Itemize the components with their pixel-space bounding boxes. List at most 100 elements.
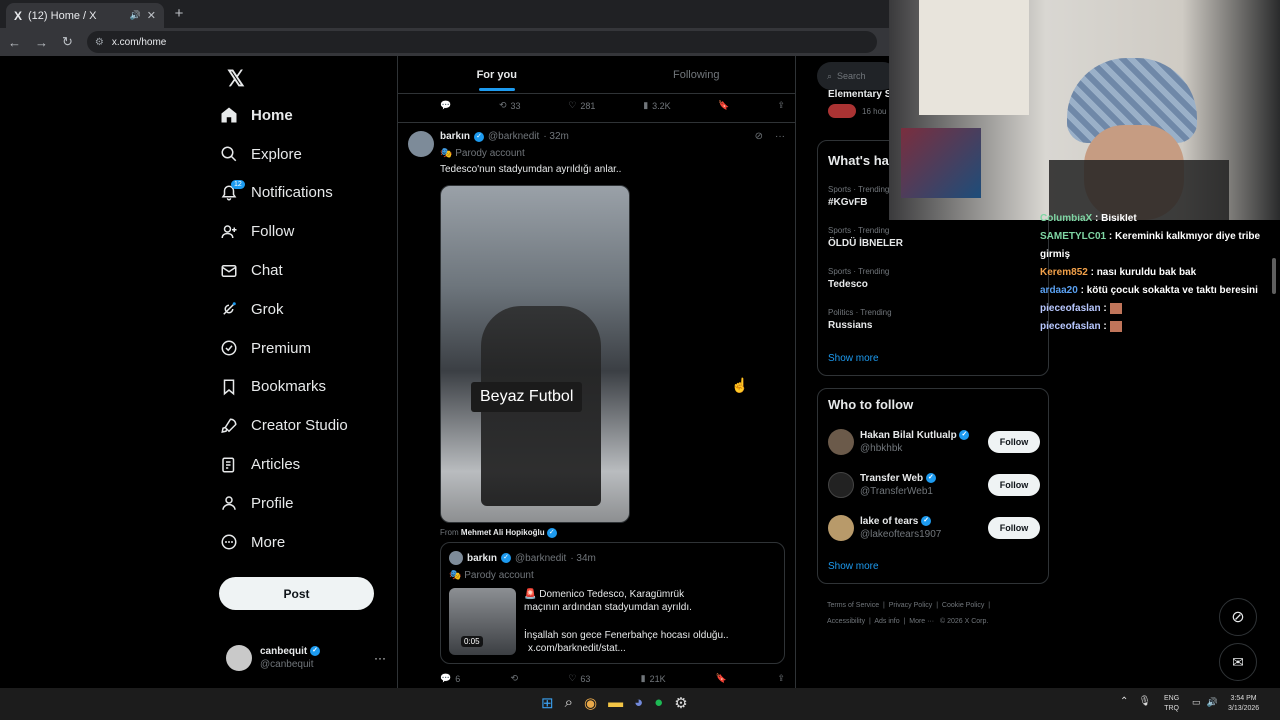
x-logo[interactable]: 𝕏 (227, 66, 245, 92)
share-icon[interactable]: ⇪ (777, 100, 785, 111)
trend-category: Sports · Trending (828, 226, 890, 235)
views-button[interactable]: ▮ 21K (641, 673, 666, 684)
sidebar-item-articles[interactable]: Articles (220, 445, 400, 484)
chat-message: pieceofaslan : (1040, 318, 1280, 336)
url-text[interactable]: x.com/home (112, 37, 166, 48)
microphone-icon[interactable]: 🎙 (1138, 696, 1151, 707)
forward-icon[interactable]: → (35, 35, 48, 50)
bookmark-icon[interactable]: 🔖 (718, 100, 729, 111)
post-button[interactable]: Post (219, 577, 374, 610)
browser-toolbar: ← → ↻ ⚙ x.com/home (0, 28, 890, 56)
system-tray-icons[interactable]: ▭ 🔊 (1192, 697, 1218, 708)
sidebar-item-follow[interactable]: Follow (220, 212, 400, 251)
top-snippet[interactable]: Elementary S (828, 89, 890, 100)
views-button[interactable]: ▮ 3.2K (643, 100, 670, 111)
follow-button[interactable]: Follow (988, 474, 1040, 496)
search-icon[interactable]: ⌕ (565, 694, 573, 712)
post-author-name[interactable]: barkın (440, 131, 470, 142)
avatar (828, 515, 854, 541)
sidebar-item-more[interactable]: More (220, 523, 400, 562)
language-indicator[interactable]: ENG TRQ (1164, 694, 1179, 714)
trend-item[interactable]: Politics · Trending Russians (828, 308, 892, 331)
settings-icon[interactable]: ⚙ (674, 694, 687, 712)
search-placeholder: Search (837, 71, 866, 81)
bookmark-icon[interactable]: 🔖 (716, 673, 727, 684)
follow-button[interactable]: Follow (988, 517, 1040, 539)
discord-icon[interactable]: ◕ (634, 694, 643, 712)
follow-button[interactable]: Follow (988, 431, 1040, 453)
footer-link[interactable]: Terms of Service (827, 602, 879, 609)
sidebar-item-profile[interactable]: Profile (220, 484, 400, 523)
windows-start-icon[interactable]: ⊞ (541, 694, 554, 712)
sidebar-item-creator-studio[interactable]: Creator Studio (220, 406, 400, 445)
messages-float-button[interactable]: ✉ (1219, 643, 1257, 681)
sidebar-item-label: Articles (251, 456, 301, 474)
trend-category: Politics · Trending (828, 308, 892, 317)
chevron-up-icon[interactable]: ⌃ (1120, 696, 1128, 707)
framed-picture (901, 128, 981, 198)
footer-link[interactable]: More ··· (909, 618, 934, 625)
grok-icon[interactable]: ⊘ (755, 131, 763, 142)
account-switcher[interactable]: canbequit ✓ @canbequit ··· (226, 643, 386, 673)
retweet-button[interactable]: ⟲ 33 (499, 100, 521, 111)
quoted-link[interactable]: x.com/barknedit/stat... (524, 642, 779, 655)
poster (919, 0, 1029, 115)
post-video[interactable]: Beyaz Futbol (440, 185, 630, 523)
chrome-icon[interactable]: ◉ (584, 694, 597, 712)
file-explorer-icon[interactable]: ▬ (608, 694, 623, 712)
sidebar-item-notifications[interactable]: 12 Notifications (220, 174, 400, 213)
sidebar-item-bookmarks[interactable]: Bookmarks (220, 368, 400, 407)
sidebar-item-premium[interactable]: Premium (220, 329, 400, 368)
chat-scrollbar[interactable] (1272, 258, 1276, 294)
post-author-avatar[interactable] (408, 131, 434, 157)
show-more-link[interactable]: Show more (828, 561, 879, 572)
spotify-icon[interactable]: ● (654, 694, 663, 712)
footer-link[interactable]: Cookie Policy (942, 602, 984, 609)
tab-for-you[interactable]: For you (397, 56, 597, 93)
clock[interactable]: 3:54 PM 3/13/2026 (1228, 694, 1259, 714)
follow-suggestion[interactable]: Hakan Bilal Kutlualp ✓ @hbkhbk Follow (828, 427, 1040, 457)
trend-item[interactable]: Sports · Trending #KGvFB (828, 185, 889, 208)
new-tab-button[interactable]: + (170, 5, 188, 23)
trend-item[interactable]: Sports · Trending Tedesco (828, 267, 889, 290)
from-attribution[interactable]: From Mehmet Ali Hopikoğlu ✓ (440, 528, 557, 538)
more-dots-icon[interactable]: ··· (374, 651, 386, 665)
sidebar-item-explore[interactable]: Explore (220, 135, 400, 174)
chat-message: Kerem852 : nası kuruldu bak bak (1040, 264, 1280, 282)
post-author-handle[interactable]: @barknedit (488, 131, 539, 142)
verified-badge-icon: ✓ (546, 528, 557, 538)
reply-button[interactable]: 💬 6 (440, 673, 460, 684)
reply-icon[interactable]: 💬 (440, 100, 451, 111)
footer-link[interactable]: Privacy Policy (889, 602, 933, 609)
footer-link[interactable]: Accessibility (827, 618, 865, 625)
sidebar-item-label: Home (251, 106, 293, 124)
share-icon[interactable]: ⇪ (777, 673, 785, 684)
browser-tab[interactable]: X (12) Home / X 🔊 ✕ (6, 3, 164, 28)
sidebar-item-grok[interactable]: Grok (220, 290, 400, 329)
trend-item[interactable]: Sports · Trending ÖLDÜ İBNELER (828, 226, 903, 249)
back-icon[interactable]: ← (8, 35, 21, 50)
sidebar-item-home[interactable]: Home (220, 96, 400, 135)
follow-suggestion[interactable]: lake of tears ✓ @lakeoftears1907 Follow (828, 513, 1040, 543)
close-tab-icon[interactable]: ✕ (147, 9, 156, 22)
emote-icon (1109, 320, 1122, 332)
speaker-icon[interactable]: 🔊 (130, 10, 141, 21)
follow-suggestion[interactable]: Transfer Web ✓ @TransferWeb1 Follow (828, 470, 1040, 500)
quoted-post[interactable]: barkın ✓ @barknedit · 34m 🎭 Parody accou… (440, 542, 785, 664)
address-bar[interactable]: ⚙ x.com/home (86, 31, 877, 53)
like-button[interactable]: ♡ 63 (568, 673, 590, 684)
more-dots-icon[interactable]: ··· (775, 131, 785, 142)
footer-link[interactable]: Ads info (874, 618, 899, 625)
sidebar-item-chat[interactable]: Chat (220, 251, 400, 290)
search-input[interactable]: ⌕ Search (817, 62, 897, 90)
quoted-video-thumbnail[interactable]: 0:05 (449, 588, 516, 655)
retweet-icon[interactable]: ⟲ (511, 673, 519, 684)
chair (1049, 160, 1229, 220)
show-more-link[interactable]: Show more (828, 353, 879, 364)
post-time[interactable]: · 32m (543, 131, 569, 142)
like-button[interactable]: ♡ 281 (568, 100, 595, 111)
tab-following[interactable]: Following (597, 56, 797, 93)
site-info-icon[interactable]: ⚙ (95, 37, 104, 48)
reload-icon[interactable]: ↻ (62, 34, 73, 50)
grok-float-button[interactable]: ⊘ (1219, 598, 1257, 636)
